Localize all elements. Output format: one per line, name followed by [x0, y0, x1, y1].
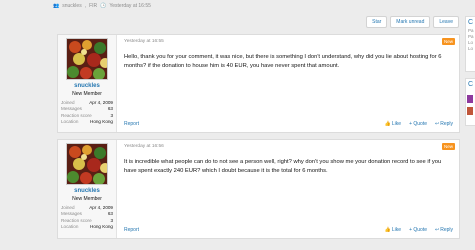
leave-button[interactable]: Leave: [433, 16, 459, 28]
message-post: snuckles New Member Joined Apr 4, 2009 Me…: [57, 34, 460, 133]
thread-toolbar: Star Mark unread Leave: [366, 16, 459, 28]
like-button[interactable]: 👍 Like: [385, 121, 401, 127]
stat-location: Location Hong Kong: [61, 224, 113, 230]
message-body: It is incredible what people can do to n…: [124, 159, 442, 174]
user-title: New Member: [72, 196, 102, 202]
thread-time: Yesterday at 16:55: [109, 3, 151, 9]
new-badge: New: [441, 143, 455, 150]
report-link[interactable]: Report: [124, 121, 139, 127]
post-date[interactable]: Yesterday at 16:55: [124, 39, 452, 44]
avatar-image: [67, 144, 107, 184]
reply-icon: ↩: [435, 227, 440, 233]
message-body: Hello, thank you for your comment, it wa…: [124, 54, 442, 69]
sidebar-thumbnail[interactable]: [467, 95, 473, 103]
thread-meta: 👥 snuckles, FIR 🕒 Yesterday at 16:55: [53, 3, 151, 9]
mark-unread-button[interactable]: Mark unread: [390, 16, 431, 28]
sidebar-line: Lo: [468, 46, 474, 51]
like-button[interactable]: 👍 Like: [385, 227, 401, 233]
quote-button[interactable]: + Quote: [409, 227, 427, 233]
star-button[interactable]: Star: [366, 16, 388, 28]
thumbs-up-icon: 👍: [384, 121, 391, 127]
new-badge: New: [441, 38, 455, 45]
post-date[interactable]: Yesterday at 16:56: [124, 144, 452, 149]
message-user-panel: snuckles New Member Joined Apr 4, 2009 Me…: [58, 35, 117, 132]
sidebar-block: C: [465, 78, 475, 126]
reply-button[interactable]: ↩ Reply: [435, 227, 453, 233]
message-footer: Report 👍 Like + Quote ↩ Reply: [124, 227, 453, 233]
avatar[interactable]: [66, 38, 108, 80]
avatar[interactable]: [66, 143, 108, 185]
message-content: Yesterday at 16:56 New It is incredible …: [117, 140, 459, 238]
report-link[interactable]: Report: [124, 227, 139, 233]
message-footer: Report 👍 Like + Quote ↩ Reply: [124, 121, 453, 127]
sidebar-block: C Pa Pa Lo Lo: [465, 16, 475, 72]
reply-button[interactable]: ↩ Reply: [435, 121, 453, 127]
thumbs-up-icon: 👍: [384, 227, 391, 233]
user-stats: Joined Apr 4, 2009 Messages 63 Reaction sc…: [61, 100, 113, 126]
username-link[interactable]: snuckles: [74, 83, 100, 89]
avatar-image: [67, 39, 107, 79]
quote-button[interactable]: + Quote: [409, 121, 427, 127]
users-icon: 👥: [53, 3, 60, 9]
thread-edited: FIR: [89, 3, 98, 9]
message-user-panel: snuckles New Member Joined Apr 4, 2009 Me…: [58, 140, 117, 238]
sidebar-thumbnail[interactable]: [467, 107, 473, 115]
username-link[interactable]: snuckles: [74, 188, 100, 194]
clock-icon: 🕒: [100, 3, 107, 9]
user-stats: Joined Apr 4, 2009 Messages 63 Reaction sc…: [61, 205, 113, 231]
message-post: snuckles New Member Joined Apr 4, 2009 Me…: [57, 139, 460, 239]
user-title: New Member: [72, 91, 102, 97]
message-content: Yesterday at 16:55 New Hello, thank you …: [117, 35, 459, 132]
thread-author[interactable]: snuckles: [62, 3, 81, 9]
sidebar-block-heading[interactable]: C: [466, 79, 475, 90]
stat-location: Location Hong Kong: [61, 119, 113, 125]
sidebar-block-heading[interactable]: C: [466, 17, 475, 28]
reply-icon: ↩: [435, 121, 440, 127]
